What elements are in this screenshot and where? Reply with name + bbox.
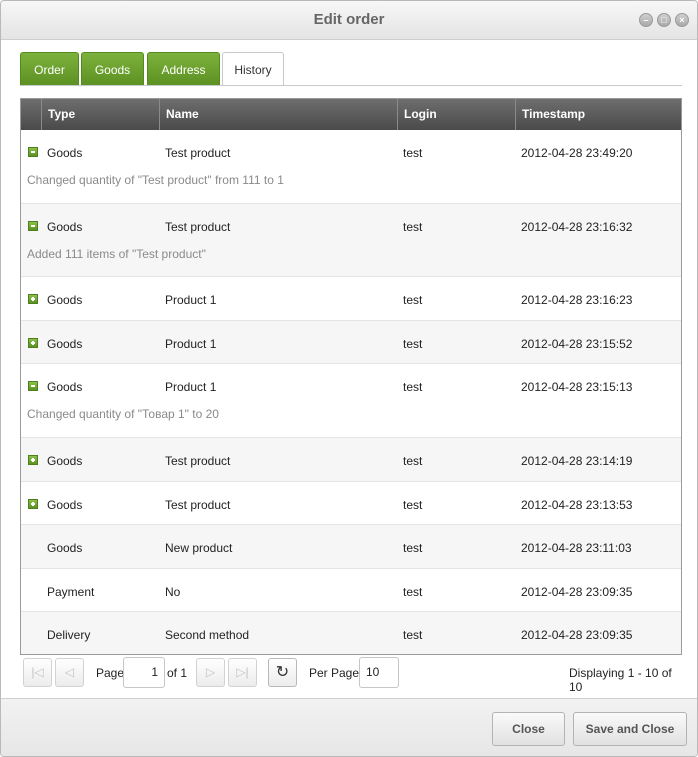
page-input[interactable]: 1 <box>123 657 165 688</box>
row-login: test <box>403 497 423 512</box>
table-row[interactable]: Goods Test product test 2012-04-28 23:16:32… <box>21 203 681 278</box>
row-timestamp: 2012-04-28 23:14:19 <box>521 454 633 468</box>
tab-order[interactable]: Order <box>20 52 79 86</box>
row-login: test <box>403 336 423 351</box>
table-row[interactable]: Goods Product 1 test 2012-04-28 23:16:23 <box>21 277 681 321</box>
column-header-timestamp[interactable]: Timestamp <box>515 99 681 130</box>
row-type: Payment <box>47 584 95 599</box>
close-icon[interactable]: × <box>675 13 689 27</box>
row-type: Goods <box>47 336 83 351</box>
expand-icon[interactable] <box>28 337 38 348</box>
table-row[interactable]: Goods Test product test 2012-04-28 23:13:53 <box>21 482 681 526</box>
row-type: Goods <box>47 497 83 512</box>
last-page-icon[interactable]: ▷| <box>228 658 257 687</box>
row-type: Goods <box>47 454 83 468</box>
table-row[interactable]: Goods New product test 2012-04-28 23:11:03 <box>21 525 681 569</box>
expand-icon[interactable] <box>28 294 38 305</box>
row-detail-text: Added 111 items of "Test product" <box>27 246 206 261</box>
row-login: test <box>403 293 423 308</box>
save-and-close-button[interactable]: Save and Close <box>573 712 687 746</box>
row-timestamp: 2012-04-28 23:15:13 <box>521 380 633 395</box>
row-login: test <box>403 628 423 643</box>
refresh-icon[interactable]: ↻ <box>268 658 297 687</box>
row-timestamp: 2012-04-28 23:11:03 <box>521 541 632 556</box>
per-page-input[interactable]: 10 <box>359 657 399 688</box>
row-login: test <box>403 146 423 160</box>
tab-address[interactable]: Address <box>147 52 220 86</box>
row-detail-text: Changed quantity of "Test product" from … <box>27 173 284 187</box>
row-timestamp: 2012-04-28 23:09:35 <box>521 584 633 599</box>
row-name: New product <box>165 541 233 556</box>
previous-page-icon[interactable]: ◁ <box>55 658 84 687</box>
row-type: Goods <box>47 380 83 395</box>
column-header-name[interactable]: Name <box>159 99 397 130</box>
table-row[interactable]: Goods Product 1 test 2012-04-28 23:15:52 <box>21 320 681 365</box>
row-name: No <box>165 584 181 599</box>
row-login: test <box>403 219 423 234</box>
table-row[interactable]: Goods Product 1 test 2012-04-28 23:15:13 Cha… <box>21 364 681 438</box>
table-row[interactable]: Goods Test product test 2012-04-28 23:14:19 <box>21 438 681 482</box>
row-login: test <box>403 380 423 395</box>
row-type: Delivery <box>47 628 91 643</box>
collapse-icon[interactable] <box>28 147 38 157</box>
next-page-icon[interactable]: ▷ <box>196 658 225 687</box>
dialog-footer: Close Save and Close <box>1 698 697 756</box>
row-type: Goods <box>47 219 83 234</box>
table-row[interactable]: Goods Test product test 2012-04-28 23:49:20… <box>21 130 681 204</box>
collapse-icon[interactable] <box>28 220 38 231</box>
row-name: Product 1 <box>165 336 217 351</box>
row-type: Goods <box>47 146 83 160</box>
row-timestamp: 2012-04-28 23:49:20 <box>521 146 633 160</box>
tab-divider <box>20 85 682 86</box>
row-timestamp: 2012-04-28 23:16:32 <box>521 219 633 234</box>
row-name: Test product <box>165 497 231 512</box>
row-type: Goods <box>47 541 83 556</box>
tab-history[interactable]: History <box>222 52 284 86</box>
page-count-label: of 1 <box>167 666 188 680</box>
column-header-type[interactable]: Type <box>41 99 159 130</box>
table-row[interactable]: Delivery Second method test 2012-04-28 23:0… <box>21 612 681 654</box>
row-name: Test product <box>165 146 231 160</box>
window-title: Edit order <box>313 11 385 28</box>
edit-order-window: Edit order – □ × Order Goods Address His… <box>0 0 698 757</box>
row-login: test <box>403 541 423 556</box>
display-info: Displaying 1 - 10 of 10 <box>569 666 672 694</box>
row-name: Product 1 <box>165 293 217 308</box>
close-button[interactable]: Close <box>492 712 565 746</box>
row-name: Test product <box>165 454 231 468</box>
collapse-icon[interactable] <box>28 381 38 392</box>
paging-toolbar: |◁ ◁ Page 1 of 1 ▷ ▷| ↻ Per Page: 10 Dis… <box>20 656 682 694</box>
row-detail-text: Changed quantity of "Товар 1" to 20 <box>27 407 219 422</box>
row-timestamp: 2012-04-28 23:09:35 <box>521 628 633 643</box>
tab-goods[interactable]: Goods <box>81 52 144 86</box>
page-label: Page <box>96 666 125 680</box>
row-name: Second method <box>165 628 250 643</box>
history-grid: Type Name Login Timestamp Goods Test prod… <box>20 98 682 655</box>
row-timestamp: 2012-04-28 23:15:52 <box>521 336 633 351</box>
row-timestamp: 2012-04-28 23:16:23 <box>521 293 633 308</box>
row-timestamp: 2012-04-28 23:13:53 <box>521 497 633 512</box>
per-page-label: Per Page: <box>309 666 363 680</box>
row-login: test <box>403 584 423 599</box>
minimize-icon[interactable]: – <box>639 13 653 27</box>
row-name: Test product <box>165 219 231 234</box>
maximize-icon[interactable]: □ <box>657 13 671 27</box>
first-page-icon[interactable]: |◁ <box>23 658 52 687</box>
table-row[interactable]: Payment No test 2012-04-28 23:09:35 <box>21 569 681 613</box>
expander-column-header <box>21 99 41 130</box>
column-header-login[interactable]: Login <box>397 99 515 130</box>
row-login: test <box>403 454 423 468</box>
grid-header: Type Name Login Timestamp <box>21 99 681 130</box>
expand-icon[interactable] <box>28 498 38 509</box>
row-name: Product 1 <box>165 380 217 395</box>
title-bar: Edit order – □ × <box>1 1 697 40</box>
row-type: Goods <box>47 293 83 308</box>
expand-icon[interactable] <box>28 455 38 465</box>
